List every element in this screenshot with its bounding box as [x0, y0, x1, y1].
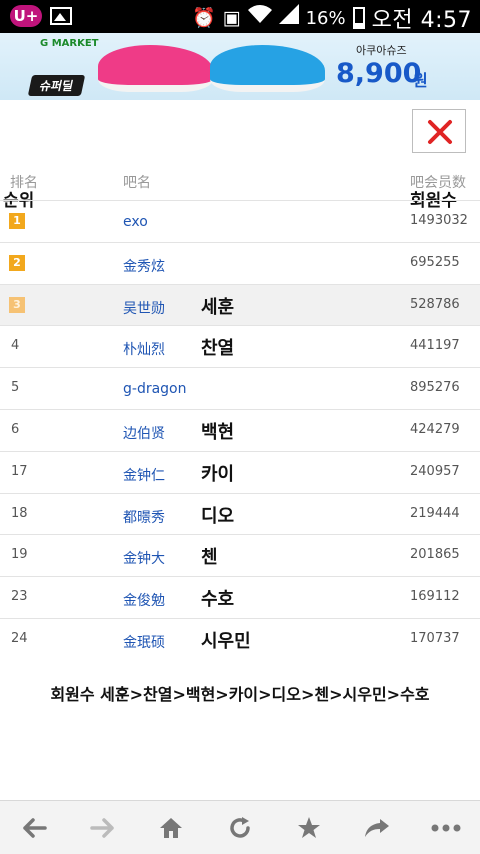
- korean-name-annotation: 시우민: [201, 630, 251, 652]
- rank-number: 5: [11, 380, 20, 396]
- more-button[interactable]: [424, 806, 468, 850]
- fanclub-name-link[interactable]: 都暻秀: [123, 507, 165, 527]
- more-icon: [431, 824, 461, 831]
- name-header-cn: 吧名: [123, 175, 151, 191]
- member-count: 201865: [410, 547, 460, 563]
- fanclub-name-link[interactable]: 金俊勉: [123, 590, 165, 610]
- status-bar: U+ ⏰ ▣ 16% 오전 4:57: [0, 0, 480, 33]
- korean-name-annotation: 카이: [201, 463, 235, 485]
- fanclub-name-link[interactable]: 金钟大: [123, 548, 165, 568]
- fanclub-name-link[interactable]: 朴灿烈: [123, 339, 165, 359]
- refresh-icon: [230, 816, 250, 838]
- bookmark-button[interactable]: [287, 806, 331, 850]
- close-icon: [428, 120, 452, 144]
- table-row: 24 金珉硕 시우민 170737: [0, 617, 480, 660]
- rank-number: 4: [11, 338, 20, 354]
- ad-price: 8,900: [336, 58, 422, 89]
- member-count: 895276: [410, 380, 460, 396]
- table-row: 18 都暻秀 디오 219444: [0, 492, 480, 535]
- rank-number: 24: [11, 630, 28, 646]
- member-count: 240957: [410, 463, 460, 479]
- member-count: 219444: [410, 505, 460, 521]
- member-count: 528786: [410, 296, 460, 312]
- korean-name-annotation: 첸: [201, 547, 218, 569]
- forward-button[interactable]: [81, 806, 125, 850]
- table-row: 1 exo 1493032: [0, 200, 480, 242]
- member-count: 441197: [410, 338, 460, 354]
- share-button[interactable]: [355, 806, 399, 850]
- fanclub-name-link[interactable]: exo: [123, 214, 148, 230]
- member-count: 695255: [410, 254, 460, 270]
- rank-number: 17: [11, 463, 28, 479]
- table-row: 2 金秀炫 695255: [0, 241, 480, 284]
- member-count: 170737: [410, 630, 460, 646]
- uplus-icon: U+: [10, 5, 42, 27]
- korean-name-annotation: 백현: [201, 421, 235, 443]
- korean-name-annotation: 디오: [201, 505, 235, 527]
- forward-arrow-icon: [90, 817, 114, 838]
- share-icon: [365, 818, 390, 837]
- wifi-icon: [247, 4, 272, 32]
- battery-icon: [352, 7, 365, 29]
- home-button[interactable]: [149, 806, 193, 850]
- rank-number: 19: [11, 547, 28, 563]
- signal-icon: [278, 4, 299, 32]
- table-row: 17 金钟仁 카이 240957: [0, 450, 480, 493]
- table-row: 5 g-dragon 895276: [0, 367, 480, 409]
- ad-currency: 원: [413, 71, 428, 90]
- fanclub-name-link[interactable]: 吴世勋: [123, 298, 165, 318]
- rank-medal: 1: [9, 213, 25, 229]
- member-count: 424279: [410, 421, 460, 437]
- member-count: 169112: [410, 589, 460, 605]
- table-row: 6 边伯贤 백현 424279: [0, 408, 480, 451]
- table-row: 4 朴灿烈 찬열 441197: [0, 325, 480, 367]
- korean-name-annotation: 세훈: [201, 296, 235, 318]
- rank-medal: 2: [9, 254, 25, 271]
- korean-name-annotation: 찬열: [201, 338, 235, 360]
- rank-number: 6: [11, 421, 20, 437]
- blue-shoe-image: [210, 45, 325, 92]
- battery-percent: 16%: [305, 7, 346, 29]
- member-count: 1493032: [410, 213, 468, 228]
- ranking-summary: 회원수 세훈>찬열>백현>카이>디오>첸>시우민>수호: [50, 685, 430, 704]
- fanclub-name-link[interactable]: 金秀炫: [123, 256, 165, 276]
- close-button[interactable]: [412, 109, 466, 153]
- ad-banner[interactable]: G MARKET 슈퍼딜 아쿠아슈즈 8,900 원: [0, 33, 480, 100]
- fanclub-name-link[interactable]: g-dragon: [123, 381, 187, 397]
- clock: 오전 4:57: [371, 8, 472, 33]
- refresh-button[interactable]: [218, 806, 262, 850]
- table-row: 19 金钟大 첸 201865: [0, 534, 480, 576]
- superdeal-badge: 슈퍼딜: [27, 75, 86, 96]
- gmarket-logo: G MARKET: [40, 38, 99, 49]
- browser-toolbar: [0, 800, 480, 854]
- fanclub-name-link[interactable]: 金钟仁: [123, 465, 165, 485]
- back-arrow-icon: [23, 817, 48, 838]
- home-icon: [160, 817, 183, 838]
- table-row: 3 吴世勋 세훈 528786: [0, 283, 480, 326]
- rank-medal: 3: [9, 296, 25, 313]
- fanclub-name-link[interactable]: 金珉硕: [123, 632, 165, 652]
- image-icon: [50, 7, 72, 25]
- bookmark-star-icon: [297, 816, 320, 838]
- back-button[interactable]: [12, 806, 56, 850]
- fanclub-name-link[interactable]: 边伯贤: [123, 423, 165, 443]
- rank-number: 18: [11, 505, 28, 521]
- ranking-table: 1 exo 1493032 2 金秀炫 695255 3 吴世勋 세훈 5287…: [0, 200, 480, 660]
- korean-name-annotation: 수호: [201, 589, 235, 611]
- alarm-icon: ⏰: [191, 7, 216, 29]
- pink-shoe-image: [98, 45, 213, 92]
- rank-number: 23: [11, 589, 28, 605]
- table-row: 23 金俊勉 수호 169112: [0, 576, 480, 618]
- notification-icon: ▣: [222, 7, 241, 29]
- ad-product-name: 아쿠아슈즈: [356, 44, 407, 57]
